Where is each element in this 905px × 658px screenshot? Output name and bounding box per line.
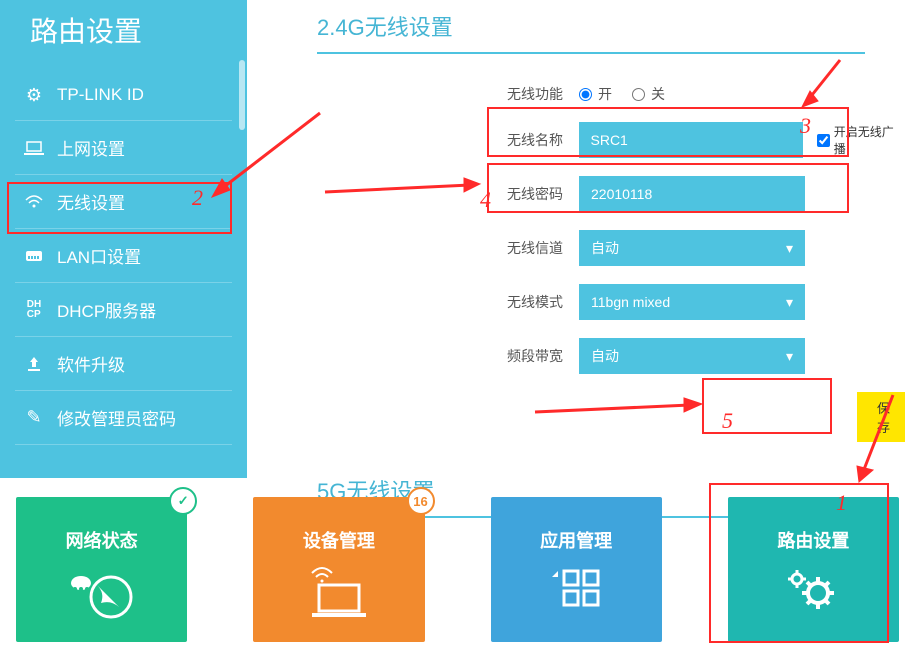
label-band: 频段带宽 [507, 346, 565, 366]
dhcp-icon: DHCP [23, 299, 45, 321]
radio-on-input[interactable] [579, 88, 592, 101]
sidebar-title: 路由设置 [0, 0, 247, 70]
radio-off-input[interactable] [632, 88, 645, 101]
bottom-cards: ✓ 网络状态 16 设备管理 应用管理 路由设置 [16, 497, 899, 642]
wifi-icon [23, 191, 45, 213]
sidebar-list: ⚙ TP-LINK ID 上网设置 无线设置 LAN口设置 DHCP DHCP服… [0, 70, 247, 470]
sidebar-item-label: 上网设置 [57, 135, 125, 160]
sidebar-item-label: 修改管理员密码 [57, 405, 176, 430]
card-title: 设备管理 [303, 527, 375, 553]
ethernet-icon [23, 245, 45, 267]
radio-off[interactable]: 关 [632, 84, 665, 104]
sidebar-item-upgrade[interactable]: 软件升级 [15, 337, 232, 391]
sidebar-item-lan[interactable]: LAN口设置 [15, 229, 232, 283]
sidebar-item-internet[interactable]: 上网设置 [15, 121, 232, 175]
checkbox-broadcast[interactable]: 开启无线广播 [817, 123, 905, 157]
save-button[interactable]: 保存 [857, 392, 905, 442]
gears-icon [783, 565, 843, 615]
laptop-icon [23, 137, 45, 159]
input-wireless-pwd[interactable] [579, 176, 805, 212]
card-app-mgmt[interactable]: 应用管理 [491, 497, 662, 642]
main-panel: 2.4G无线设置 无线功能 开 关 无线名称 开启无线广播 无线密码 无线信道 … [247, 0, 905, 478]
chevron-down-icon: ▾ [786, 294, 793, 311]
sidebar-item-label: 无线设置 [57, 189, 125, 214]
label-mode: 无线模式 [507, 292, 565, 312]
sidebar-item-label: DHCP服务器 [57, 297, 156, 322]
input-wireless-name[interactable] [579, 122, 803, 158]
card-network-status[interactable]: ✓ 网络状态 [16, 497, 187, 642]
sidebar-item-label: 软件升级 [57, 351, 125, 376]
row-wireless-pwd: 无线密码 [507, 176, 905, 212]
radio-on[interactable]: 开 [579, 84, 612, 104]
sidebar: 路由设置 ⚙ TP-LINK ID 上网设置 无线设置 LAN口设置 DHCP [0, 0, 247, 478]
device-count-badge: 16 [407, 487, 435, 515]
label-channel: 无线信道 [507, 238, 565, 258]
laptop-wifi-icon [304, 565, 374, 620]
check-icon: ✓ [169, 487, 197, 515]
chevron-down-icon: ▾ [786, 240, 793, 257]
label-wireless-name: 无线名称 [507, 130, 565, 150]
card-router-settings[interactable]: 路由设置 [728, 497, 899, 642]
row-wireless-name: 无线名称 开启无线广播 [507, 122, 905, 158]
label-wireless-func: 无线功能 [507, 84, 565, 104]
select-channel[interactable]: 自动 ▾ [579, 230, 805, 266]
row-wireless-mode: 无线模式 11bgn mixed ▾ [507, 284, 905, 320]
sidebar-item-wireless[interactable]: 无线设置 [15, 175, 232, 229]
card-title: 网络状态 [66, 527, 138, 553]
sidebar-item-tplink-id[interactable]: ⚙ TP-LINK ID [15, 70, 232, 121]
upload-icon [23, 353, 45, 375]
row-band: 频段带宽 自动 ▾ [507, 338, 905, 374]
chevron-down-icon: ▾ [786, 348, 793, 365]
select-mode[interactable]: 11bgn mixed ▾ [579, 284, 805, 320]
sidebar-item-dhcp[interactable]: DHCP DHCP服务器 [15, 283, 232, 337]
card-device-mgmt[interactable]: 16 设备管理 [253, 497, 424, 642]
section-title-24g: 2.4G无线设置 [317, 0, 865, 54]
select-band[interactable]: 自动 ▾ [579, 338, 805, 374]
apps-icon [546, 565, 606, 615]
label-wireless-pwd: 无线密码 [507, 184, 565, 204]
row-wireless-channel: 无线信道 自动 ▾ [507, 230, 905, 266]
globe-icon [67, 565, 137, 620]
sidebar-item-label: LAN口设置 [57, 243, 141, 268]
pencil-icon: ✎ [23, 407, 45, 429]
sidebar-item-label: TP-LINK ID [57, 85, 144, 105]
card-title: 路由设置 [777, 527, 849, 553]
sidebar-item-admin-pwd[interactable]: ✎ 修改管理员密码 [15, 391, 232, 445]
row-wireless-func: 无线功能 开 关 [507, 84, 905, 104]
checkbox-broadcast-input[interactable] [817, 134, 830, 147]
card-title: 应用管理 [540, 527, 612, 553]
gear-icon: ⚙ [23, 84, 45, 106]
